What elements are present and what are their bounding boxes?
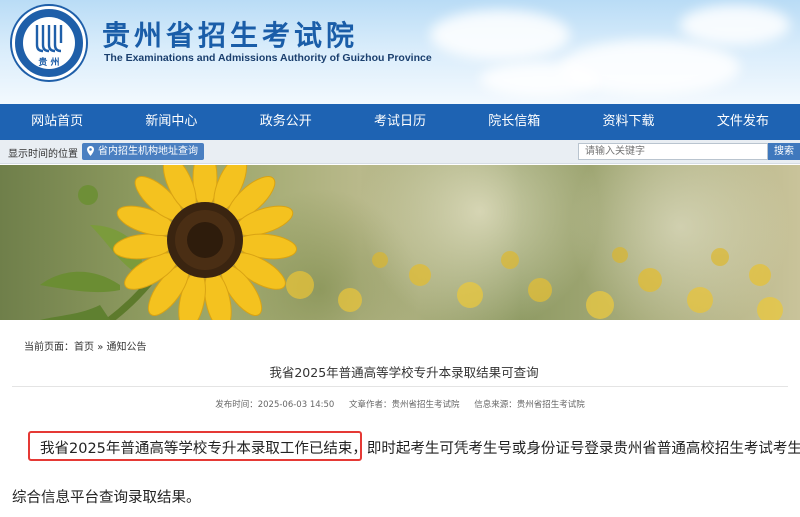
publish-time: 发布时间：2025-06-03 14:50 — [215, 400, 335, 410]
search-input[interactable] — [578, 143, 768, 160]
site-subtitle: The Examinations and Admissions Authorit… — [104, 52, 432, 64]
article-paragraph-2: 综合信息平台查询录取结果。 — [12, 490, 201, 506]
breadcrumb-home-link[interactable]: 首页 — [74, 342, 94, 353]
nav-item-downloads[interactable]: 资料下载 — [571, 104, 685, 140]
breadcrumb-separator: » — [97, 342, 104, 353]
logo-emblem-icon — [35, 25, 63, 53]
breadcrumb: 当前页面：首页 » 通知公告 — [24, 338, 147, 353]
sub-bar: 显示时间的位置 省内招生机构地址查询 搜索 — [0, 140, 800, 164]
breadcrumb-prefix: 当前页面： — [24, 342, 74, 353]
banner-image — [0, 165, 800, 320]
search-button[interactable]: 搜索 — [768, 143, 800, 160]
article-author: 文章作者：贵州省招生考试院 — [349, 400, 460, 410]
article-meta: 发布时间：2025-06-03 14:50 文章作者：贵州省招生考试院 信息来源… — [0, 398, 800, 410]
site-title: 贵州省招生考试院 — [102, 19, 359, 52]
nav-item-director-mailbox[interactable]: 院长信箱 — [457, 104, 571, 140]
location-pin-icon — [87, 146, 94, 156]
paragraph-rest-text: 即时起考生可凭考生号或身份证号登录贵州省普通高校招生考试考生 — [366, 441, 800, 457]
title-divider — [12, 386, 788, 387]
breadcrumb-current-link[interactable]: 通知公告 — [107, 342, 147, 353]
time-position-text: 显示时间的位置 — [8, 149, 78, 160]
nav-item-news[interactable]: 新闻中心 — [114, 104, 228, 140]
sunflower-field-icon — [40, 165, 783, 320]
institution-address-label: 省内招生机构地址查询 — [98, 146, 198, 157]
article-title: 我省2025年普通高等学校专升本录取结果可查询 — [269, 365, 539, 380]
main-nav: 网站首页 新闻中心 政务公开 考试日历 院长信箱 资料下载 文件发布 — [0, 104, 800, 140]
article-source: 信息来源：贵州省招生考试院 — [474, 400, 585, 410]
paragraph-highlighted-text: 我省2025年普通高等学校专升本录取工作已结束， — [40, 441, 367, 457]
nav-item-home[interactable]: 网站首页 — [0, 104, 114, 140]
site-header: 贵 州 贵州省招生考试院 The Examinations and Admiss… — [0, 0, 800, 104]
nav-item-exam-calendar[interactable]: 考试日历 — [343, 104, 457, 140]
site-logo[interactable]: 贵 州 — [12, 6, 86, 80]
nav-item-documents[interactable]: 文件发布 — [686, 104, 800, 140]
logo-text: 贵 州 — [38, 58, 60, 68]
article-paragraph-1: 我省2025年普通高等学校专升本录取工作已结束，即时起考生可凭考生号或身份证号登… — [40, 437, 800, 458]
nav-item-gov-affairs[interactable]: 政务公开 — [229, 104, 343, 140]
institution-address-button[interactable]: 省内招生机构地址查询 — [82, 143, 204, 160]
